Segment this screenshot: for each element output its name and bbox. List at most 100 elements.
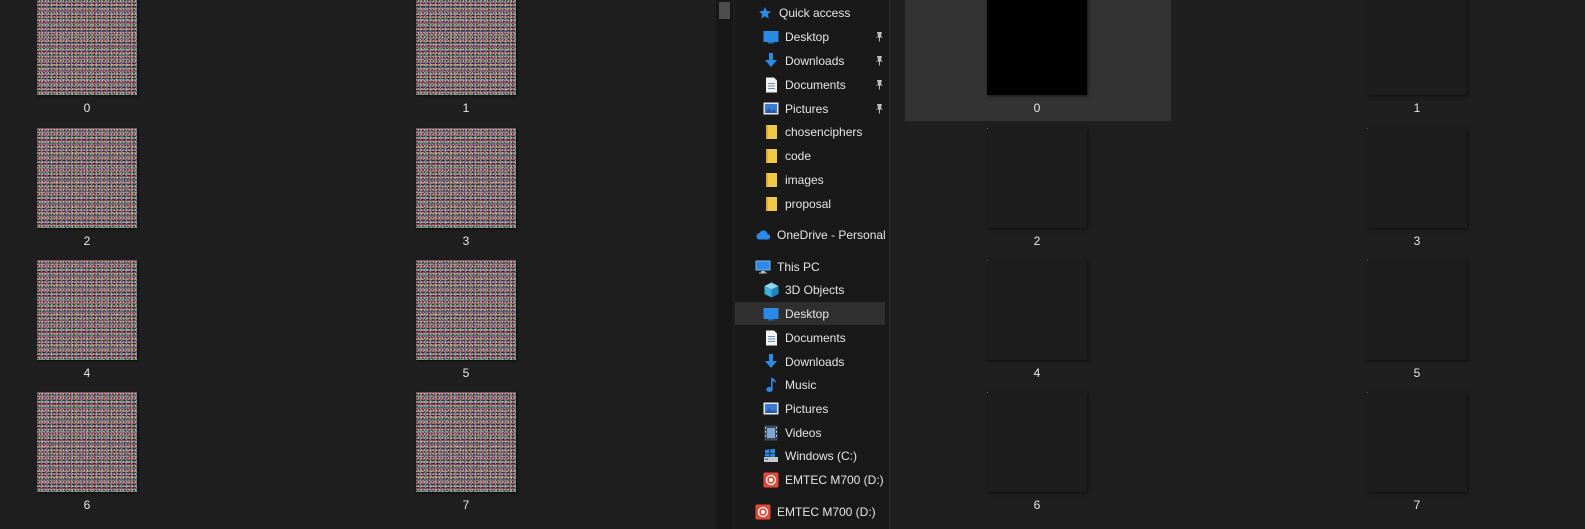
nav-label: This PC xyxy=(777,259,820,274)
file-name: 6 xyxy=(1033,498,1041,512)
file-name: 4 xyxy=(1033,366,1041,380)
pin-icon[interactable] xyxy=(874,55,884,67)
dark-thumbnail xyxy=(987,128,1087,228)
file-tile[interactable]: 3 xyxy=(416,128,516,249)
file-tile[interactable]: 2 xyxy=(37,128,137,249)
dark-thumbnail xyxy=(1367,128,1467,228)
file-tile[interactable]: 7 xyxy=(1367,392,1467,513)
nav-item-3d-objects[interactable]: 3D Objects xyxy=(763,278,844,301)
nav-item-pictures[interactable]: Pictures xyxy=(763,397,828,420)
noise-thumbnail xyxy=(416,0,516,95)
nav-item-pictures-pinned[interactable]: Pictures xyxy=(763,97,888,120)
file-tile[interactable]: 7 xyxy=(416,392,516,513)
nav-item-music[interactable]: Music xyxy=(763,373,816,396)
nav-item-code[interactable]: code xyxy=(763,144,811,167)
nav-item-documents-pinned[interactable]: Documents xyxy=(763,73,888,96)
vertical-scrollbar[interactable] xyxy=(716,0,733,529)
nav-item-desktop[interactable]: Desktop xyxy=(735,302,885,325)
nav-label: images xyxy=(785,172,824,187)
file-tile[interactable]: 4 xyxy=(37,260,137,381)
dark-thumbnail xyxy=(1367,0,1467,95)
pictures-icon xyxy=(763,101,779,117)
nav-item-videos[interactable]: Videos xyxy=(763,421,821,444)
nav-label: code xyxy=(785,148,812,163)
file-tile[interactable]: 5 xyxy=(1367,260,1467,381)
nav-item-desktop-pinned[interactable]: Desktop xyxy=(763,25,888,48)
file-name: 1 xyxy=(462,101,470,115)
pin-icon[interactable] xyxy=(874,79,884,91)
nav-item-documents[interactable]: Documents xyxy=(763,326,846,349)
star-icon xyxy=(757,5,773,21)
noise-thumbnail xyxy=(37,260,137,360)
file-name: 1 xyxy=(1413,101,1421,115)
file-tile[interactable]: 1 xyxy=(1367,0,1467,116)
file-name: 5 xyxy=(1413,366,1421,380)
file-tile[interactable]: 6 xyxy=(987,392,1087,513)
file-tile[interactable]: 4 xyxy=(987,260,1087,381)
dark-thumbnail xyxy=(1367,260,1467,360)
nav-quick-access[interactable]: Quick access xyxy=(757,1,850,24)
cloud-icon xyxy=(755,227,771,243)
nav-item-windows-c[interactable]: Windows (C:) xyxy=(763,444,857,467)
noise-thumbnail xyxy=(416,392,516,492)
nav-label: EMTEC M700 (D:) xyxy=(777,504,876,519)
file-name: 7 xyxy=(1413,498,1421,512)
file-name: 2 xyxy=(83,234,91,248)
nav-item-downloads[interactable]: Downloads xyxy=(763,350,844,373)
dark-thumbnail xyxy=(1367,392,1467,492)
dark-thumbnail xyxy=(987,260,1087,360)
nav-label: Pictures xyxy=(785,101,829,116)
nav-this-pc[interactable]: This PC xyxy=(755,255,820,278)
file-tile[interactable]: 5 xyxy=(416,260,516,381)
file-name: 4 xyxy=(83,366,91,380)
nav-usb-root[interactable]: EMTEC M700 (D:) xyxy=(755,500,876,523)
file-tile[interactable]: 0 xyxy=(37,0,137,116)
nav-label: Documents xyxy=(785,330,846,345)
nav-label: Pictures xyxy=(785,401,829,416)
left-file-list: 0 1 2 3 4 5 6 7 xyxy=(0,0,716,529)
file-name: 0 xyxy=(83,101,91,115)
computer-icon xyxy=(755,259,771,275)
downloads-icon xyxy=(763,353,779,370)
file-name: 3 xyxy=(1413,234,1421,248)
file-tile[interactable]: 6 xyxy=(37,392,137,513)
file-name: 7 xyxy=(462,498,470,512)
file-tile[interactable]: 1 xyxy=(416,0,516,116)
nav-label: 3D Objects xyxy=(785,282,845,297)
nav-label: Downloads xyxy=(785,354,845,369)
documents-icon xyxy=(763,330,779,346)
nav-onedrive[interactable]: OneDrive - Personal xyxy=(755,223,886,246)
nav-item-chosenciphers[interactable]: chosenciphers xyxy=(763,120,862,143)
nav-label: OneDrive - Personal xyxy=(777,227,886,242)
nav-item-images[interactable]: images xyxy=(763,168,824,191)
navigation-pane: Quick access Desktop Downloads Documents… xyxy=(735,0,890,529)
pin-icon[interactable] xyxy=(874,31,884,43)
videos-icon xyxy=(763,425,779,441)
folder-icon xyxy=(763,196,779,212)
nav-label: Desktop xyxy=(785,29,830,44)
file-tile[interactable]: 3 xyxy=(1367,128,1467,249)
nav-label: Windows (C:) xyxy=(785,448,858,463)
usb-drive-icon xyxy=(763,472,779,488)
music-icon xyxy=(763,377,779,393)
folder-icon xyxy=(763,172,779,188)
desktop-icon xyxy=(763,306,779,322)
3d-objects-icon xyxy=(763,282,779,298)
nav-item-proposal[interactable]: proposal xyxy=(763,192,831,215)
file-name: 5 xyxy=(462,366,470,380)
folder-icon xyxy=(763,148,779,164)
nav-item-downloads-pinned[interactable]: Downloads xyxy=(763,49,888,72)
nav-label: Quick access xyxy=(779,5,851,20)
file-tile-selected[interactable]: 0 xyxy=(987,0,1087,116)
noise-thumbnail xyxy=(37,0,137,95)
nav-label: Documents xyxy=(785,77,846,92)
documents-icon xyxy=(763,77,779,93)
nav-label: Music xyxy=(785,377,817,392)
file-tile[interactable]: 2 xyxy=(987,128,1087,249)
right-file-list: 0 1 2 3 4 5 6 7 xyxy=(890,0,1585,529)
file-name: 2 xyxy=(1033,234,1041,248)
nav-item-emtec-d[interactable]: EMTEC M700 (D:) xyxy=(763,468,884,491)
pin-icon[interactable] xyxy=(874,103,884,115)
nav-label: EMTEC M700 (D:) xyxy=(785,472,884,487)
scrollbar-thumb[interactable] xyxy=(719,2,730,19)
